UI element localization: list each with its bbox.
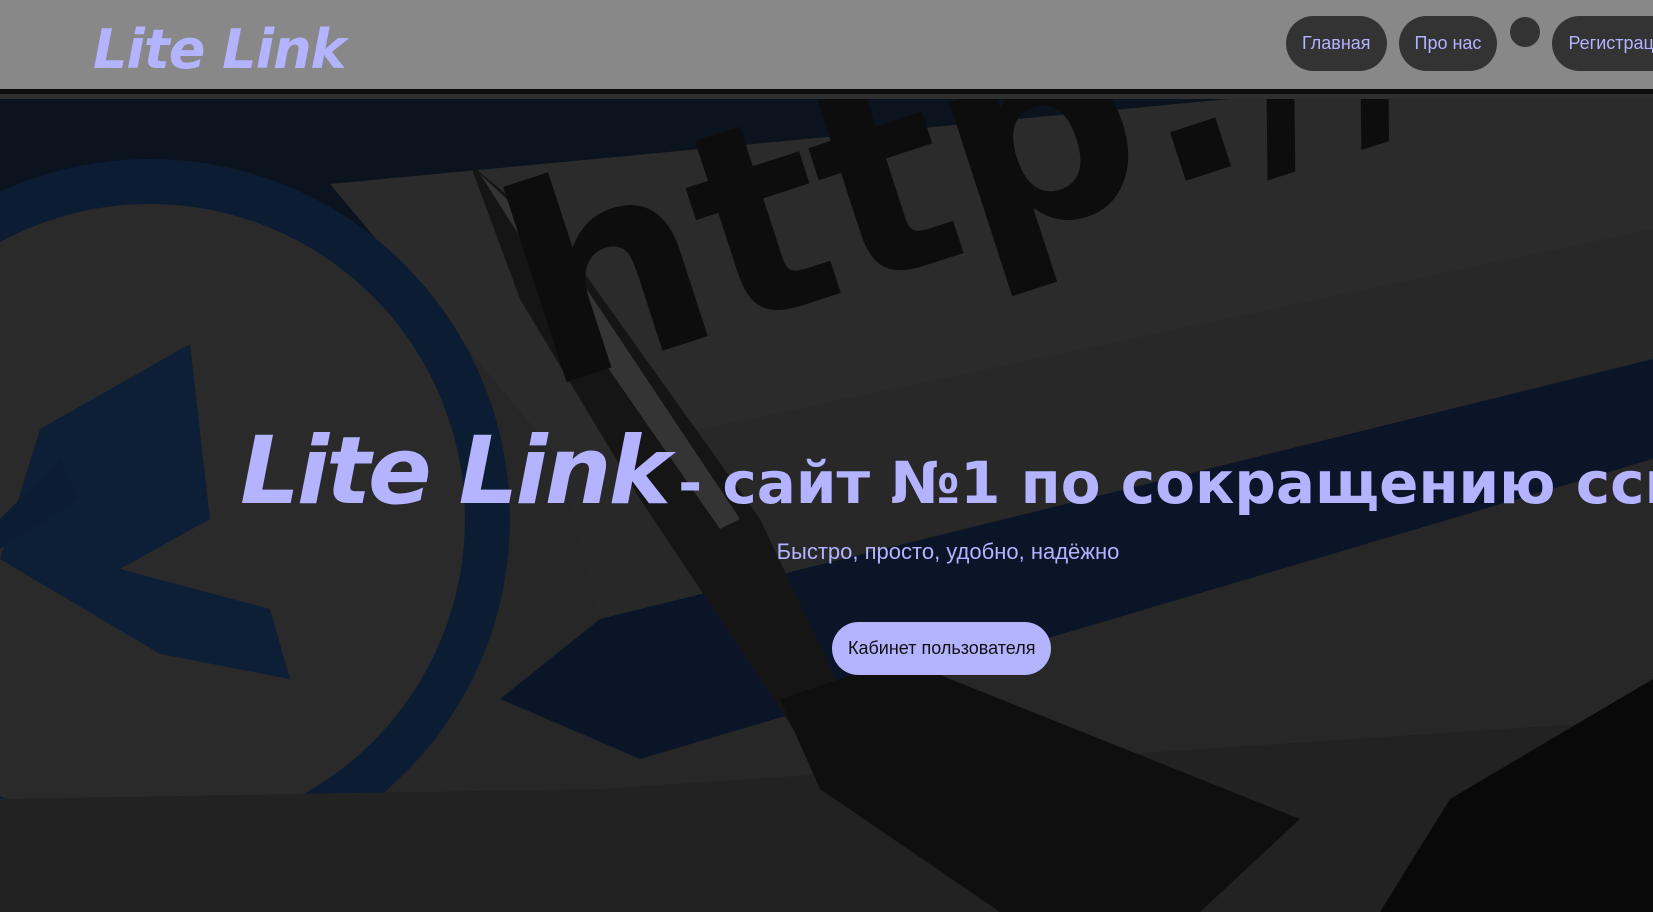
site-logo[interactable]: Lite Link (93, 14, 346, 86)
hero-section: http://ww Lite Link- сайт №1 по сокращен… (0, 99, 1653, 912)
hero-headline-text: - сайт №1 по сокращению ссылок. (678, 449, 1653, 517)
page: Lite Link Главная Про нас Регистрация (0, 0, 1653, 912)
site-header: Lite Link Главная Про нас Регистрация (0, 0, 1653, 94)
main-nav: Главная Про нас Регистрация (1286, 16, 1653, 71)
user-cabinet-button[interactable]: Кабинет пользователя (832, 622, 1052, 675)
hero-headline-brand: Lite Link (240, 417, 671, 526)
nav-about-button[interactable]: Про нас (1398, 16, 1498, 71)
hero-headline: Lite Link- сайт №1 по сокращению ссылок. (240, 417, 1653, 526)
hero-subtitle: Быстро, просто, удобно, надёжно (776, 539, 1120, 564)
nav-register-button[interactable]: Регистрация (1552, 16, 1653, 71)
nav-dot-button[interactable] (1510, 17, 1541, 47)
nav-home-button[interactable]: Главная (1286, 16, 1387, 71)
